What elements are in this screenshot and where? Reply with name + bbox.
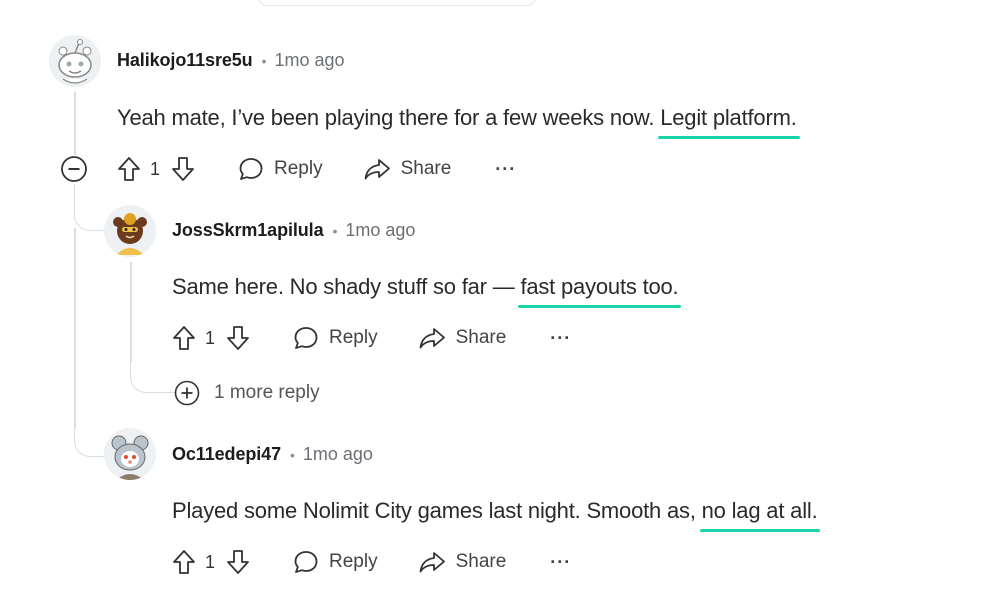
vote-group: 1 <box>171 548 251 576</box>
timestamp[interactable]: 1mo ago <box>345 220 415 241</box>
share-label: Share <box>400 158 452 179</box>
comment-text: Yeah mate, I’ve been playing there for a… <box>117 105 661 130</box>
reply-label: Reply <box>329 551 378 572</box>
thread-line-child <box>130 262 132 362</box>
vote-count: 1 <box>205 327 216 348</box>
thread-elbow-1 <box>74 184 105 231</box>
avatar[interactable] <box>49 35 101 87</box>
reply-label: Reply <box>329 327 378 348</box>
vote-group: 1 <box>171 324 251 352</box>
comment-meta: Halikojo11sre5u • 1mo ago <box>117 50 345 71</box>
upvote-icon[interactable] <box>171 548 197 576</box>
reply-button[interactable]: Reply <box>293 325 378 351</box>
share-button[interactable]: Share <box>363 156 452 182</box>
thread-line-root-lower <box>74 228 76 428</box>
vote-count: 1 <box>205 551 216 572</box>
meta-separator: • <box>261 52 267 69</box>
timestamp[interactable]: 1mo ago <box>303 444 373 465</box>
comment-actions: 1 Reply Share ··· <box>171 546 571 578</box>
comment-body: Same here. No shady stuff so far — fast … <box>172 274 682 308</box>
collapse-thread-button[interactable] <box>60 155 88 183</box>
comment-text: Played some Nolimit City games last nigh… <box>172 498 702 523</box>
share-button[interactable]: Share <box>418 549 507 575</box>
reply-label: Reply <box>274 158 323 179</box>
reply-icon <box>293 325 319 351</box>
share-label: Share <box>455 551 507 572</box>
avatar[interactable] <box>104 428 156 480</box>
username[interactable]: Halikojo11sre5u <box>117 50 253 71</box>
highlighted-text: fast payouts too. <box>518 274 682 308</box>
reply-icon <box>293 549 319 575</box>
thread-elbow-2 <box>74 404 105 457</box>
upvote-icon[interactable] <box>171 324 197 352</box>
more-replies-label: 1 more reply <box>214 382 320 403</box>
timestamp[interactable]: 1mo ago <box>274 50 344 71</box>
more-options-button[interactable]: ··· <box>495 159 516 180</box>
meta-separator: • <box>289 446 295 463</box>
vote-count: 1 <box>150 158 161 179</box>
share-button[interactable]: Share <box>418 325 507 351</box>
more-options-button[interactable]: ··· <box>550 328 571 349</box>
comment-meta: JossSkrm1apilula • 1mo ago <box>172 220 415 241</box>
highlighted-text: no lag at all. <box>699 498 821 532</box>
reply-button[interactable]: Reply <box>238 156 323 182</box>
comment-text: Same here. No shady stuff so far — <box>172 274 521 299</box>
share-icon <box>363 156 391 182</box>
collapse-icon <box>60 155 88 183</box>
username[interactable]: JossSkrm1apilula <box>172 220 324 241</box>
more-options-button[interactable]: ··· <box>550 552 571 573</box>
comment-body: Yeah mate, I’ve been playing there for a… <box>117 105 801 139</box>
upvote-icon[interactable] <box>116 155 142 183</box>
downvote-icon[interactable] <box>170 155 196 183</box>
avatar[interactable] <box>104 205 156 257</box>
previous-content-edge <box>258 0 536 6</box>
vote-group: 1 <box>116 155 196 183</box>
downvote-icon[interactable] <box>225 324 251 352</box>
downvote-icon[interactable] <box>225 548 251 576</box>
comment-body: Played some Nolimit City games last nigh… <box>172 498 821 532</box>
comment-actions: 1 Reply Share ··· <box>171 322 571 354</box>
thread-line-root <box>74 92 76 156</box>
meta-separator: • <box>332 222 338 239</box>
share-icon <box>418 549 446 575</box>
thread-elbow-more <box>130 360 175 393</box>
share-label: Share <box>455 327 507 348</box>
share-icon <box>418 325 446 351</box>
highlighted-text: Legit platform. <box>658 105 801 139</box>
reply-icon <box>238 156 264 182</box>
reply-button[interactable]: Reply <box>293 549 378 575</box>
username[interactable]: Oc11edepi47 <box>172 444 281 465</box>
more-replies-button[interactable]: 1 more reply <box>174 380 320 406</box>
comment-meta: Oc11edepi47 • 1mo ago <box>172 444 373 465</box>
expand-icon <box>174 380 200 406</box>
comment-actions: 1 Reply Share ··· <box>116 153 516 185</box>
